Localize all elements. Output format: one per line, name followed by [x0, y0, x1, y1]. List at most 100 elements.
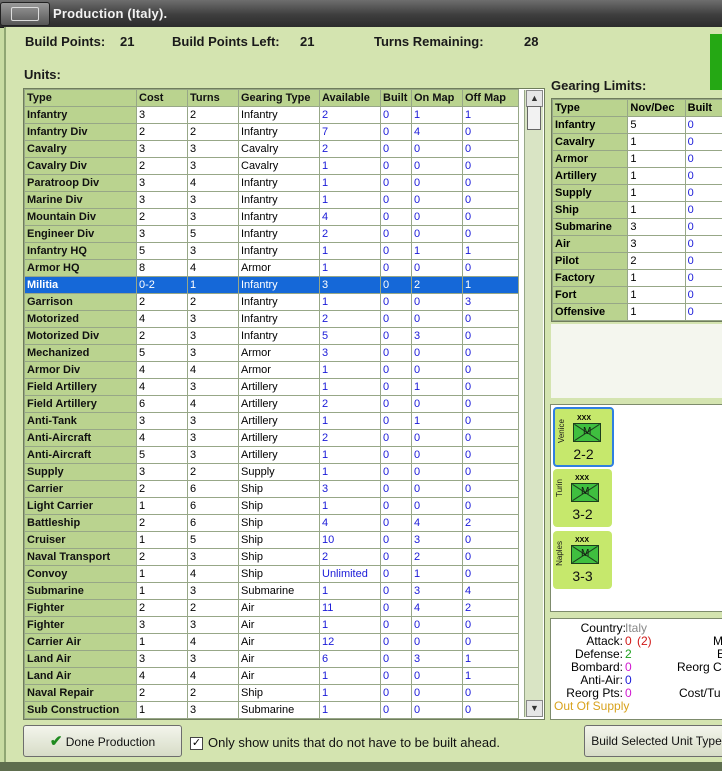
unit-cell[interactable]: 4: [411, 514, 463, 532]
units-column-header[interactable]: On Map: [411, 89, 463, 107]
unit-cell[interactable]: 1: [462, 106, 519, 124]
unit-type-cell[interactable]: Marine Div: [24, 191, 137, 209]
unit-cell[interactable]: 0: [411, 140, 463, 158]
unit-cell[interactable]: 0: [462, 395, 519, 413]
unit-cell[interactable]: Unlimited: [319, 565, 381, 583]
unit-cell[interactable]: 2: [319, 429, 381, 447]
units-row[interactable]: Motorized Div 2 3 Infantry 5 0 3 0: [24, 327, 519, 345]
units-column-header[interactable]: Off Map: [462, 89, 519, 107]
unit-cell[interactable]: 3: [136, 463, 188, 481]
unit-cell[interactable]: 1: [319, 684, 381, 702]
unit-cell[interactable]: Air: [238, 599, 320, 617]
unit-cell[interactable]: 2: [187, 106, 239, 124]
units-row[interactable]: Submarine 1 3 Submarine 1 0 3 4: [24, 582, 519, 600]
unit-cell[interactable]: 1: [411, 242, 463, 260]
unit-cell[interactable]: 0: [380, 293, 412, 311]
unit-cell[interactable]: Infantry: [238, 208, 320, 226]
unit-cell[interactable]: 0: [411, 191, 463, 209]
unit-type-cell[interactable]: Anti-Tank: [24, 412, 137, 430]
unit-type-cell[interactable]: Militia: [24, 276, 137, 294]
unit-cell[interactable]: 0: [380, 548, 412, 566]
unit-cell[interactable]: 11: [319, 599, 381, 617]
unit-cell[interactable]: 3: [319, 480, 381, 498]
unit-cell[interactable]: 2: [136, 548, 188, 566]
unit-cell[interactable]: 1: [319, 667, 381, 685]
unit-cell[interactable]: Artillery: [238, 412, 320, 430]
unit-cell[interactable]: 5: [136, 242, 188, 260]
unit-type-cell[interactable]: Garrison: [24, 293, 137, 311]
unit-cell[interactable]: 3: [187, 412, 239, 430]
unit-cell[interactable]: 3: [187, 310, 239, 328]
unit-cell[interactable]: 0: [380, 514, 412, 532]
system-menu-button[interactable]: [0, 2, 50, 26]
unit-type-cell[interactable]: Fighter: [24, 599, 137, 617]
unit-cell[interactable]: Artillery: [238, 429, 320, 447]
units-column-header[interactable]: Built: [380, 89, 412, 107]
unit-cell[interactable]: 2: [136, 599, 188, 617]
unit-cell[interactable]: 0: [380, 616, 412, 634]
unit-cell[interactable]: 2: [319, 140, 381, 158]
unit-cell[interactable]: 4: [319, 208, 381, 226]
unit-cell[interactable]: Artillery: [238, 378, 320, 396]
unit-cell[interactable]: 0: [411, 310, 463, 328]
unit-cell[interactable]: 0: [462, 123, 519, 141]
unit-cell[interactable]: 0: [411, 225, 463, 243]
unit-cell[interactable]: 1: [136, 497, 188, 515]
unit-cell[interactable]: 1: [187, 276, 239, 294]
unit-cell[interactable]: 1: [136, 531, 188, 549]
units-row[interactable]: Paratroop Div 3 4 Infantry 1 0 0 0: [24, 174, 519, 192]
unit-cell[interactable]: Air: [238, 633, 320, 651]
unit-cell[interactable]: 4: [462, 582, 519, 600]
unit-type-cell[interactable]: Land Air: [24, 650, 137, 668]
units-row[interactable]: Cavalry 3 3 Cavalry 2 0 0 0: [24, 140, 519, 158]
unit-cell[interactable]: 0: [380, 310, 412, 328]
unit-cell[interactable]: 3: [462, 293, 519, 311]
unit-type-cell[interactable]: Naval Transport: [24, 548, 137, 566]
units-row[interactable]: Marine Div 3 3 Infantry 1 0 0 0: [24, 191, 519, 209]
units-row[interactable]: Fighter 3 3 Air 1 0 0 0: [24, 616, 519, 634]
unit-type-cell[interactable]: Infantry HQ: [24, 242, 137, 260]
unit-cell[interactable]: 4: [187, 667, 239, 685]
unit-cell[interactable]: 0: [380, 344, 412, 362]
unit-cell[interactable]: 0: [462, 633, 519, 651]
units-row[interactable]: Supply 3 2 Supply 1 0 0 0: [24, 463, 519, 481]
unit-cell[interactable]: 0: [462, 327, 519, 345]
unit-cell[interactable]: 4: [187, 565, 239, 583]
unit-cell[interactable]: 4: [136, 429, 188, 447]
units-row[interactable]: Field Artillery 6 4 Artillery 2 0 0 0: [24, 395, 519, 413]
unit-cell[interactable]: 1: [136, 633, 188, 651]
unit-cell[interactable]: 3: [187, 582, 239, 600]
unit-type-cell[interactable]: Field Artillery: [24, 395, 137, 413]
unit-cell[interactable]: 0: [462, 446, 519, 464]
unit-cell[interactable]: 2: [187, 463, 239, 481]
unit-cell[interactable]: 1: [319, 157, 381, 175]
unit-cell[interactable]: 0: [411, 361, 463, 379]
unit-cell[interactable]: 0: [462, 701, 519, 719]
unit-cell[interactable]: Infantry: [238, 327, 320, 345]
unit-cell[interactable]: 3: [136, 191, 188, 209]
units-row[interactable]: Carrier 2 6 Ship 3 0 0 0: [24, 480, 519, 498]
unit-cell[interactable]: 0: [380, 429, 412, 447]
unit-cell[interactable]: 4: [187, 174, 239, 192]
unit-cell[interactable]: Infantry: [238, 191, 320, 209]
unit-cell[interactable]: 3: [411, 327, 463, 345]
unit-type-cell[interactable]: Submarine: [24, 582, 137, 600]
units-row[interactable]: Convoy 1 4 Ship Unlimited 0 1 0: [24, 565, 519, 583]
unit-cell[interactable]: 5: [136, 344, 188, 362]
unit-cell[interactable]: 4: [319, 514, 381, 532]
unit-cell[interactable]: 0: [380, 480, 412, 498]
unit-cell[interactable]: 0: [380, 463, 412, 481]
unit-cell[interactable]: 0-2: [136, 276, 188, 294]
unit-cell[interactable]: Submarine: [238, 582, 320, 600]
unit-cell[interactable]: Ship: [238, 548, 320, 566]
unit-cell[interactable]: 1: [411, 106, 463, 124]
unit-cell[interactable]: 0: [411, 701, 463, 719]
unit-cell[interactable]: 0: [380, 174, 412, 192]
unit-cell[interactable]: 0: [411, 429, 463, 447]
unit-cell[interactable]: 2: [187, 599, 239, 617]
unit-cell[interactable]: 3: [411, 650, 463, 668]
unit-cell[interactable]: 0: [380, 191, 412, 209]
unit-cell[interactable]: 3: [136, 174, 188, 192]
unit-cell[interactable]: 2: [187, 684, 239, 702]
unit-cell[interactable]: 2: [319, 106, 381, 124]
